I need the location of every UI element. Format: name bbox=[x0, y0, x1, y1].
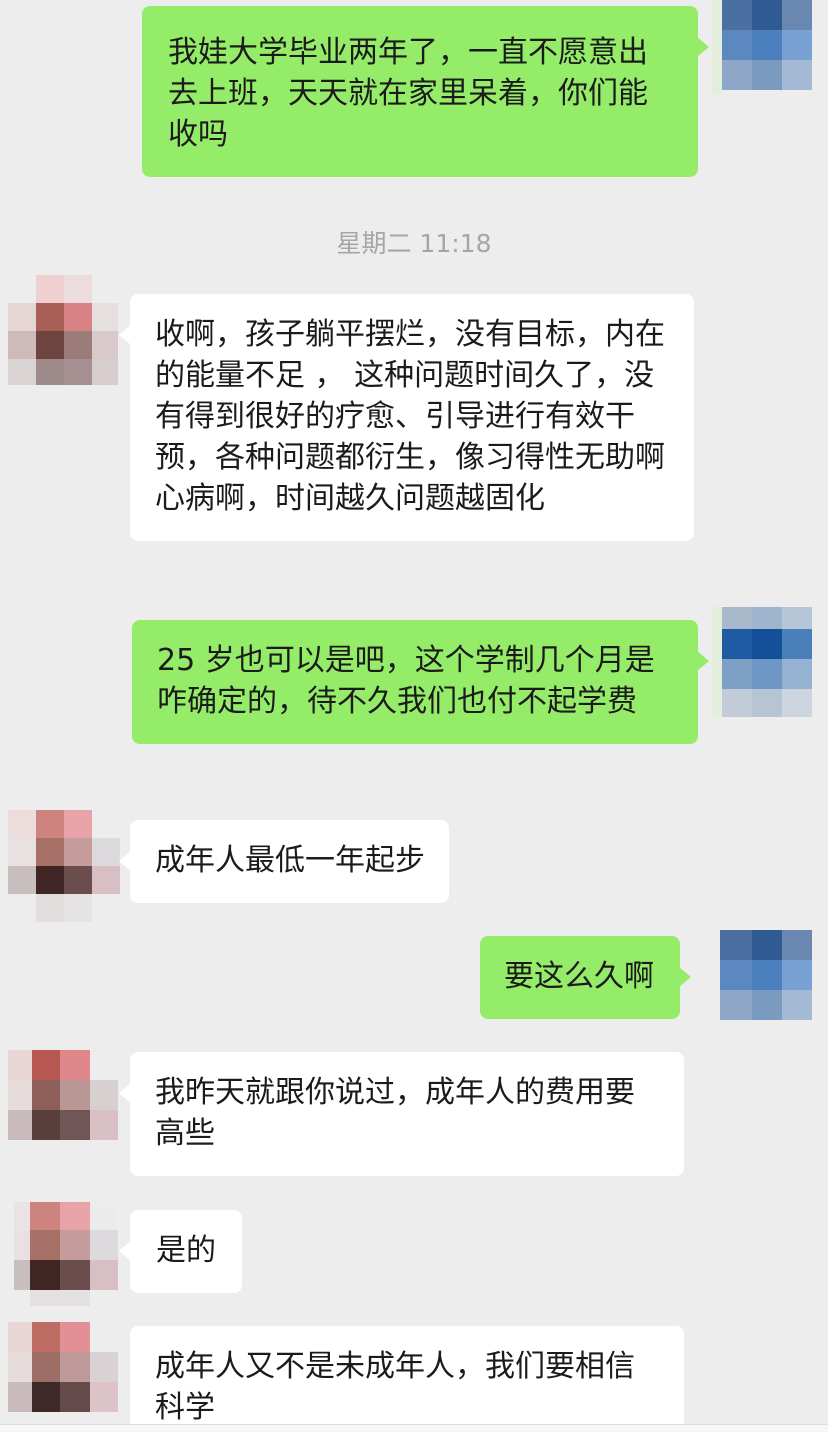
other-avatar[interactable] bbox=[8, 810, 120, 922]
message-bubble-incoming[interactable]: 是的 bbox=[119, 1210, 242, 1293]
other-avatar[interactable] bbox=[8, 275, 118, 385]
chat-area: 我娃大学毕业两年了，一直不愿意出去上班，天天就在家里呆着，你们能收吗 星期二 1… bbox=[0, 0, 828, 1432]
message-bubble-incoming[interactable]: 收啊，孩子躺平摆烂，没有目标，内在的能量不足 ， 这种问题时间久了，没有得到很好… bbox=[119, 294, 694, 541]
other-avatar[interactable] bbox=[14, 1202, 124, 1312]
self-avatar[interactable] bbox=[712, 930, 822, 1040]
message-bubble-outgoing[interactable]: 25 岁也可以是吧，这个学制几个月是咋确定的，待不久我们也付不起学费 bbox=[132, 620, 709, 744]
self-avatar[interactable] bbox=[712, 0, 822, 95]
timestamp-divider: 星期二 11:18 bbox=[336, 229, 492, 258]
message-bubble-incoming[interactable]: 成年人最低一年起步 bbox=[119, 820, 449, 903]
self-avatar[interactable] bbox=[712, 607, 822, 717]
message-bubble-outgoing[interactable]: 我娃大学毕业两年了，一直不愿意出去上班，天天就在家里呆着，你们能收吗 bbox=[142, 6, 709, 177]
other-avatar[interactable] bbox=[8, 1050, 118, 1160]
message-bubble-incoming[interactable]: 我昨天就跟你说过，成年人的费用要高些 bbox=[119, 1052, 684, 1176]
message-bubble-outgoing[interactable]: 要这么久啊 bbox=[480, 936, 691, 1019]
other-avatar[interactable] bbox=[8, 1322, 118, 1432]
message-bubble-incoming[interactable]: 成年人又不是未成年人，我们要相信科学 bbox=[130, 1326, 684, 1432]
input-bar-edge bbox=[0, 1424, 828, 1432]
